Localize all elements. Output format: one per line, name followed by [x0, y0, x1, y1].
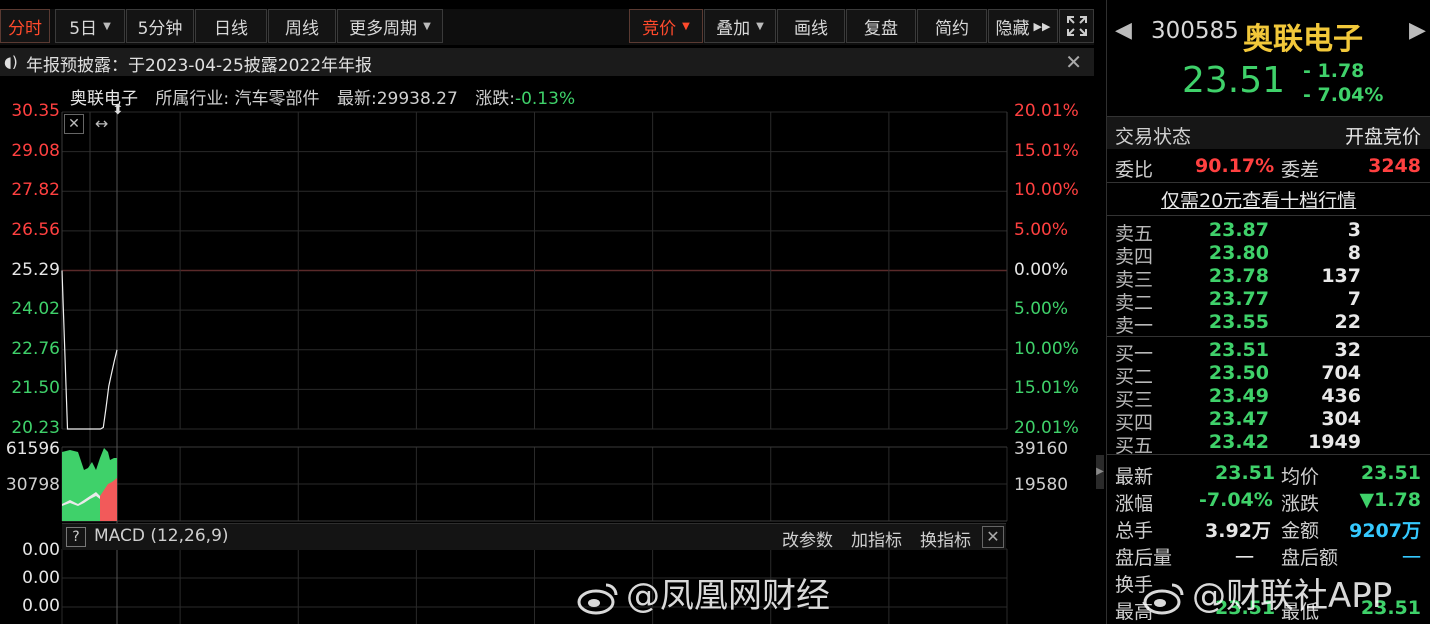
- close-icon[interactable]: ✕: [64, 114, 84, 134]
- percent-axis-label: 10.00%: [1014, 180, 1079, 201]
- stat-vol-label: 总手: [1115, 520, 1154, 542]
- asks-vol: 22: [1334, 311, 1361, 333]
- bids-price: 23.47: [1208, 408, 1269, 430]
- price-change: - 1.78: [1303, 60, 1365, 82]
- status-value: 开盘竞价: [1344, 126, 1421, 148]
- stat-after-amt-label: 盘后额: [1281, 547, 1339, 569]
- stat-amt-label: 金额: [1281, 520, 1320, 542]
- price-axis-label: 22.76: [11, 338, 60, 359]
- bids-price: 23.50: [1208, 362, 1269, 384]
- asks-price: 23.80: [1208, 242, 1269, 264]
- next-stock-icon[interactable]: ▶: [1409, 18, 1426, 43]
- bids-price: 23.49: [1208, 385, 1269, 407]
- pin-icon: ⬍: [112, 102, 124, 118]
- switch-indicator-button[interactable]: 换指标: [920, 526, 971, 551]
- watermark: @财联社APP: [1142, 568, 1392, 617]
- stat-chg-value: ▼1.78: [1359, 489, 1422, 511]
- percent-axis-label: 5.00%: [1014, 299, 1069, 320]
- price-axis-label: 21.50: [11, 378, 60, 399]
- asks-vol: 137: [1321, 265, 1361, 287]
- percent-axis-label: 5.00%: [1014, 219, 1069, 240]
- status-label: 交易状态: [1115, 126, 1192, 148]
- price-axis-label: 20.23: [11, 418, 60, 438]
- asks-vol: 3: [1347, 219, 1361, 241]
- stock-code: 300585: [1151, 18, 1239, 44]
- stat-chg-label: 涨跌: [1281, 493, 1320, 515]
- macd-label: 0.00: [22, 568, 60, 588]
- volume-label: 61596: [5, 439, 60, 459]
- stat-avg-value: 23.51: [1360, 462, 1421, 484]
- asks-vol: 8: [1347, 242, 1361, 264]
- weibi-value: 90.17%: [1195, 155, 1275, 177]
- stat-avg-label: 均价: [1281, 466, 1320, 488]
- weibo-logo-icon: [1143, 583, 1184, 614]
- price-axis-label: 29.08: [11, 140, 60, 161]
- stat-amp-label: 涨幅: [1115, 493, 1154, 515]
- price-axis-label: 26.56: [11, 219, 60, 240]
- close-icon[interactable]: ✕: [982, 526, 1004, 548]
- weicha-value: 3248: [1368, 155, 1421, 177]
- prev-stock-icon[interactable]: ◀: [1115, 18, 1132, 43]
- edit-params-button[interactable]: 改参数: [782, 526, 833, 551]
- watermark: @凤凰网财经: [576, 568, 830, 617]
- bids-vol: 704: [1321, 362, 1361, 384]
- volume-label: 30798: [5, 475, 60, 495]
- macd-label: 0.00: [22, 596, 60, 616]
- stat-after-vol-value: 一: [1235, 547, 1255, 569]
- percent-axis-label: 0.00%: [1014, 259, 1069, 280]
- volume-label-right: 19580: [1014, 475, 1069, 495]
- stat-after-amt-value: 一: [1401, 547, 1421, 569]
- volume-label-right: 39160: [1014, 439, 1069, 459]
- stat-latest-value: 23.51: [1215, 462, 1276, 484]
- price-axis-label: 30.35: [11, 101, 60, 121]
- bids-vol: 32: [1334, 339, 1361, 361]
- price-axis-label: 24.02: [11, 299, 60, 320]
- asks-price: 23.87: [1208, 219, 1269, 241]
- stat-amt-value: 9207万: [1349, 520, 1421, 542]
- weicha-label: 委差: [1281, 159, 1320, 181]
- asks-name: 卖一: [1115, 315, 1154, 337]
- stat-vol-value: 3.92万: [1205, 520, 1271, 542]
- bids-price: 23.42: [1208, 431, 1269, 453]
- bids-price: 23.51: [1208, 339, 1269, 361]
- percent-axis-label: 10.00%: [1014, 338, 1079, 359]
- macd-title: MACD (12,26,9): [94, 526, 229, 546]
- weibo-logo-icon: [577, 583, 618, 614]
- asks-vol: 7: [1347, 288, 1361, 310]
- price-axis-label: 27.82: [11, 180, 60, 201]
- asks-price: 23.78: [1208, 265, 1269, 287]
- help-icon[interactable]: ?: [66, 527, 86, 547]
- asks-price: 23.77: [1208, 288, 1269, 310]
- stock-name: 奥联电子: [1243, 22, 1363, 57]
- add-indicator-button[interactable]: 加指标: [851, 526, 902, 551]
- percent-axis-label: 15.01%: [1014, 140, 1079, 161]
- resize-horizontal-icon[interactable]: ↔: [95, 114, 108, 133]
- bids-vol: 304: [1321, 408, 1361, 430]
- macd-label: 0.00: [22, 540, 60, 560]
- percent-axis-label: 20.01%: [1014, 101, 1079, 121]
- bids-vol: 1949: [1308, 431, 1361, 453]
- last-price: 23.51: [1182, 60, 1286, 101]
- stat-latest-label: 最新: [1115, 466, 1154, 488]
- weibi-label: 委比: [1115, 159, 1154, 181]
- panel-toggle-handle[interactable]: ▶: [1096, 455, 1104, 489]
- quote-panel: ◀ 300585 奥联电子 ▶ 23.51 - 1.78 - 7.04% 交易状…: [1106, 0, 1430, 624]
- macd-toolbar: ? MACD (12,26,9) 改参数 加指标 换指标 ✕: [62, 523, 1006, 551]
- price-change-pct: - 7.04%: [1303, 84, 1384, 106]
- stat-after-vol-label: 盘后量: [1115, 547, 1173, 569]
- level2-promo-link[interactable]: 仅需20元查看十档行情: [1161, 186, 1356, 213]
- percent-axis-label: 15.01%: [1014, 378, 1079, 399]
- price-axis-label: 25.29: [11, 259, 60, 280]
- bids-vol: 436: [1321, 385, 1361, 407]
- percent-axis-label: 20.01%: [1014, 418, 1079, 438]
- stat-amp-value: -7.04%: [1199, 489, 1273, 511]
- asks-price: 23.55: [1208, 311, 1269, 333]
